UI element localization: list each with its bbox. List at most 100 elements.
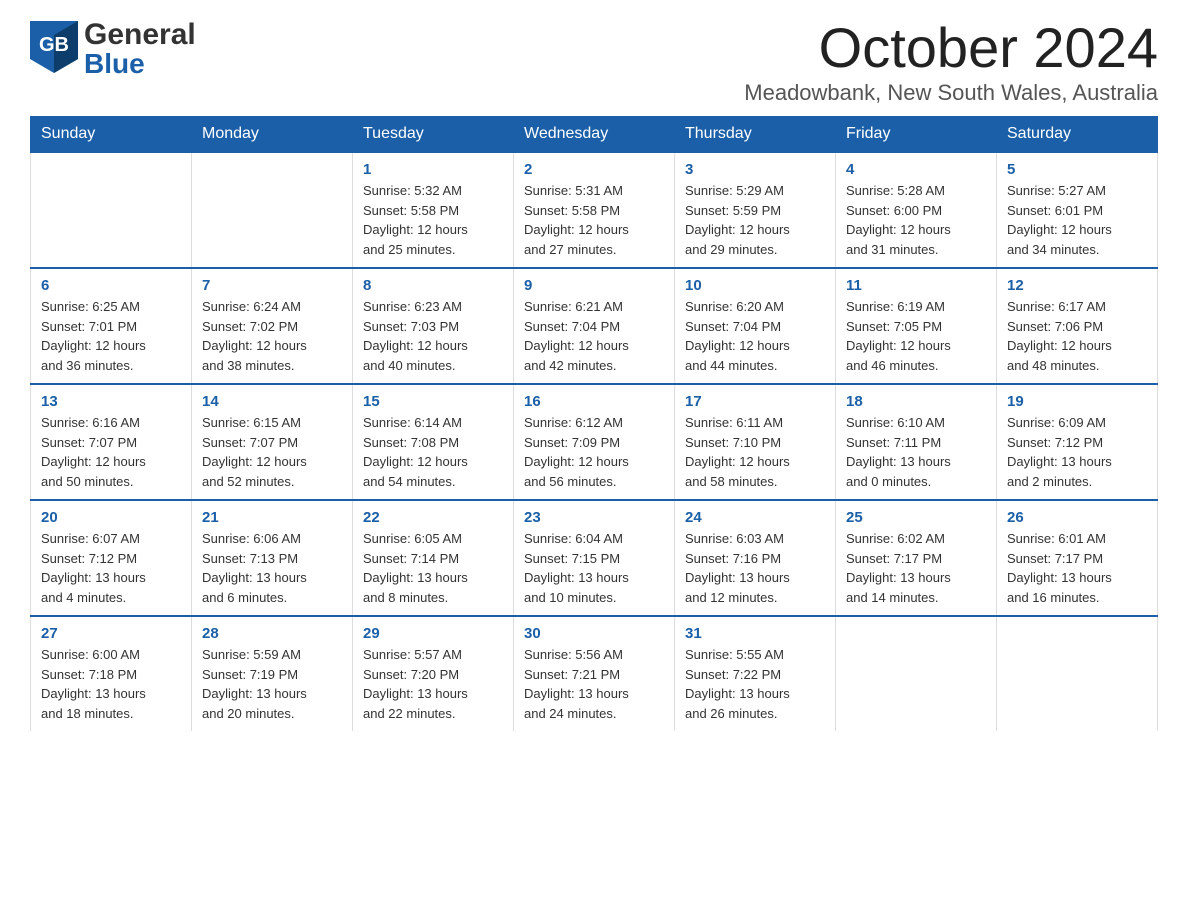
day-number: 4 — [846, 161, 986, 178]
calendar-cell: 1Sunrise: 5:32 AMSunset: 5:58 PMDaylight… — [353, 152, 514, 268]
day-number: 7 — [202, 277, 342, 294]
calendar-cell: 17 Sunrise: 6:11 AMSunset: 7:10 PMDayligh… — [675, 384, 836, 500]
calendar-week-3: 13 Sunrise: 6:16 AMSunset: 7:07 PMDayligh… — [31, 384, 1158, 500]
calendar-cell: 23 Sunrise: 6:04 AMSunset: 7:15 PMDayligh… — [514, 500, 675, 616]
day-info: Sunrise: 5:55 AMSunset: 7:22 PMDaylight:… — [685, 645, 825, 723]
day-number: 24 — [685, 509, 825, 526]
day-number: 30 — [524, 625, 664, 642]
calendar-cell — [192, 152, 353, 268]
calendar-cell: 14 Sunrise: 6:15 AMSunset: 7:07 PMDayligh… — [192, 384, 353, 500]
header-sunday: Sunday — [31, 117, 192, 153]
calendar-cell — [836, 616, 997, 731]
calendar-table: Sunday Monday Tuesday Wednesday Thursday… — [30, 116, 1158, 731]
day-number: 23 — [524, 509, 664, 526]
page-header: GB General Blue October 2024 Meadowbank,… — [30, 20, 1158, 106]
calendar-cell: 4 Sunrise: 5:28 AMSunset: 6:00 PMDaylight… — [836, 152, 997, 268]
day-number: 19 — [1007, 393, 1147, 410]
logo-icon: GB — [30, 21, 78, 78]
day-info: Sunrise: 5:59 AMSunset: 7:19 PMDaylight:… — [202, 645, 342, 723]
day-info: Sunrise: 6:12 AMSunset: 7:09 PMDaylight:… — [524, 413, 664, 491]
calendar-cell: 25Sunrise: 6:02 AMSunset: 7:17 PMDayligh… — [836, 500, 997, 616]
day-info: Sunrise: 6:03 AMSunset: 7:16 PMDaylight:… — [685, 529, 825, 607]
calendar-cell: 7 Sunrise: 6:24 AMSunset: 7:02 PMDaylight… — [192, 268, 353, 384]
calendar-cell: 29Sunrise: 5:57 AMSunset: 7:20 PMDayligh… — [353, 616, 514, 731]
header-wednesday: Wednesday — [514, 117, 675, 153]
calendar-cell: 5 Sunrise: 5:27 AMSunset: 6:01 PMDaylight… — [997, 152, 1158, 268]
calendar-cell — [31, 152, 192, 268]
calendar-cell: 13 Sunrise: 6:16 AMSunset: 7:07 PMDayligh… — [31, 384, 192, 500]
day-info: Sunrise: 6:15 AMSunset: 7:07 PMDaylight:… — [202, 413, 342, 491]
calendar-cell: 15 Sunrise: 6:14 AMSunset: 7:08 PMDayligh… — [353, 384, 514, 500]
calendar-cell: 10Sunrise: 6:20 AMSunset: 7:04 PMDayligh… — [675, 268, 836, 384]
day-number: 27 — [41, 625, 181, 642]
svg-text:GB: GB — [39, 34, 69, 56]
logo-blue-text: Blue — [84, 50, 196, 78]
day-info: Sunrise: 6:04 AMSunset: 7:15 PMDaylight:… — [524, 529, 664, 607]
month-title: October 2024 — [744, 20, 1158, 76]
calendar-cell: 21 Sunrise: 6:06 AMSunset: 7:13 PMDayligh… — [192, 500, 353, 616]
day-number: 11 — [846, 277, 986, 294]
day-info: Sunrise: 6:11 AMSunset: 7:10 PMDaylight:… — [685, 413, 825, 491]
day-number: 21 — [202, 509, 342, 526]
day-info: Sunrise: 6:14 AMSunset: 7:08 PMDaylight:… — [363, 413, 503, 491]
day-info: Sunrise: 6:24 AMSunset: 7:02 PMDaylight:… — [202, 297, 342, 375]
calendar-cell: 28 Sunrise: 5:59 AMSunset: 7:19 PMDayligh… — [192, 616, 353, 731]
calendar-cell: 26Sunrise: 6:01 AMSunset: 7:17 PMDayligh… — [997, 500, 1158, 616]
day-info: Sunrise: 6:09 AMSunset: 7:12 PMDaylight:… — [1007, 413, 1147, 491]
day-info: Sunrise: 5:56 AMSunset: 7:21 PMDaylight:… — [524, 645, 664, 723]
header-row: Sunday Monday Tuesday Wednesday Thursday… — [31, 117, 1158, 153]
calendar-cell: 20Sunrise: 6:07 AMSunset: 7:12 PMDayligh… — [31, 500, 192, 616]
day-number: 14 — [202, 393, 342, 410]
day-info: Sunrise: 5:28 AMSunset: 6:00 PMDaylight:… — [846, 181, 986, 259]
day-info: Sunrise: 5:31 AMSunset: 5:58 PMDaylight:… — [524, 181, 664, 259]
day-number: 22 — [363, 509, 503, 526]
day-info: Sunrise: 6:25 AMSunset: 7:01 PMDaylight:… — [41, 297, 181, 375]
day-number: 5 — [1007, 161, 1147, 178]
calendar-header: Sunday Monday Tuesday Wednesday Thursday… — [31, 117, 1158, 153]
header-thursday: Thursday — [675, 117, 836, 153]
calendar-cell: 6 Sunrise: 6:25 AMSunset: 7:01 PMDaylight… — [31, 268, 192, 384]
day-info: Sunrise: 6:17 AMSunset: 7:06 PMDaylight:… — [1007, 297, 1147, 375]
calendar-cell — [997, 616, 1158, 731]
day-info: Sunrise: 5:57 AMSunset: 7:20 PMDaylight:… — [363, 645, 503, 723]
day-number: 18 — [846, 393, 986, 410]
header-saturday: Saturday — [997, 117, 1158, 153]
day-number: 13 — [41, 393, 181, 410]
calendar-cell: 9Sunrise: 6:21 AMSunset: 7:04 PMDaylight… — [514, 268, 675, 384]
day-number: 26 — [1007, 509, 1147, 526]
calendar-week-5: 27 Sunrise: 6:00 AMSunset: 7:18 PMDayligh… — [31, 616, 1158, 731]
calendar-cell: 3 Sunrise: 5:29 AMSunset: 5:59 PMDaylight… — [675, 152, 836, 268]
day-info: Sunrise: 6:16 AMSunset: 7:07 PMDaylight:… — [41, 413, 181, 491]
day-number: 16 — [524, 393, 664, 410]
day-number: 10 — [685, 277, 825, 294]
day-info: Sunrise: 6:06 AMSunset: 7:13 PMDaylight:… — [202, 529, 342, 607]
calendar-week-1: 1Sunrise: 5:32 AMSunset: 5:58 PMDaylight… — [31, 152, 1158, 268]
day-number: 28 — [202, 625, 342, 642]
header-monday: Monday — [192, 117, 353, 153]
location-text: Meadowbank, New South Wales, Australia — [744, 80, 1158, 106]
day-number: 6 — [41, 277, 181, 294]
day-info: Sunrise: 6:23 AMSunset: 7:03 PMDaylight:… — [363, 297, 503, 375]
calendar-cell: 8Sunrise: 6:23 AMSunset: 7:03 PMDaylight… — [353, 268, 514, 384]
day-info: Sunrise: 6:05 AMSunset: 7:14 PMDaylight:… — [363, 529, 503, 607]
header-tuesday: Tuesday — [353, 117, 514, 153]
day-info: Sunrise: 5:27 AMSunset: 6:01 PMDaylight:… — [1007, 181, 1147, 259]
day-info: Sunrise: 6:02 AMSunset: 7:17 PMDaylight:… — [846, 529, 986, 607]
calendar-cell: 11Sunrise: 6:19 AMSunset: 7:05 PMDayligh… — [836, 268, 997, 384]
day-number: 17 — [685, 393, 825, 410]
day-info: Sunrise: 6:21 AMSunset: 7:04 PMDaylight:… — [524, 297, 664, 375]
calendar-week-4: 20Sunrise: 6:07 AMSunset: 7:12 PMDayligh… — [31, 500, 1158, 616]
logo: GB General Blue — [30, 20, 196, 78]
day-number: 15 — [363, 393, 503, 410]
day-info: Sunrise: 5:29 AMSunset: 5:59 PMDaylight:… — [685, 181, 825, 259]
day-info: Sunrise: 6:00 AMSunset: 7:18 PMDaylight:… — [41, 645, 181, 723]
calendar-cell: 30 Sunrise: 5:56 AMSunset: 7:21 PMDayligh… — [514, 616, 675, 731]
calendar-cell: 24 Sunrise: 6:03 AMSunset: 7:16 PMDayligh… — [675, 500, 836, 616]
day-number: 12 — [1007, 277, 1147, 294]
calendar-body: 1Sunrise: 5:32 AMSunset: 5:58 PMDaylight… — [31, 152, 1158, 731]
day-number: 31 — [685, 625, 825, 642]
calendar-cell: 31 Sunrise: 5:55 AMSunset: 7:22 PMDayligh… — [675, 616, 836, 731]
day-number: 3 — [685, 161, 825, 178]
calendar-cell: 12 Sunrise: 6:17 AMSunset: 7:06 PMDayligh… — [997, 268, 1158, 384]
calendar-cell: 18Sunrise: 6:10 AMSunset: 7:11 PMDayligh… — [836, 384, 997, 500]
